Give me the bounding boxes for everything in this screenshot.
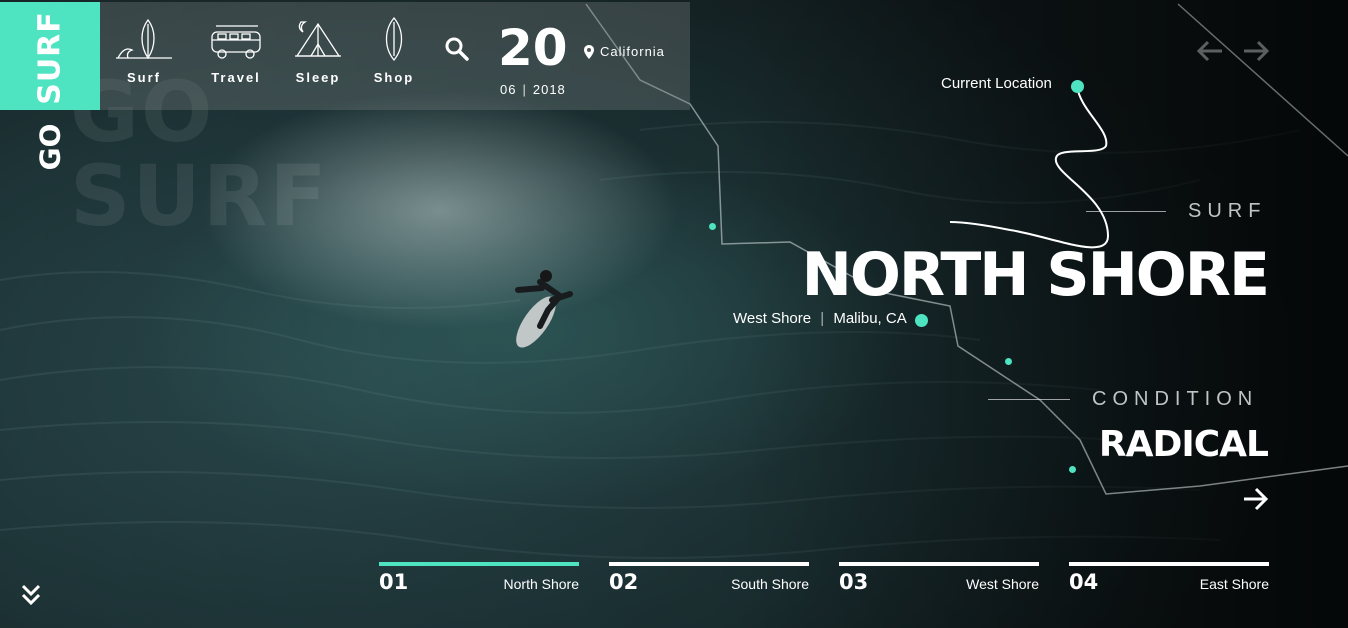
spot-marker[interactable] [915, 314, 928, 327]
nav-item-shop[interactable]: Shop [368, 16, 420, 85]
nav-item-surf[interactable]: Surf [112, 16, 176, 85]
tab-label: South Shore [731, 576, 809, 592]
current-location-label: Current Location [941, 75, 1052, 92]
spot-name: West Shore [733, 310, 812, 327]
tab-number: 04 [1069, 570, 1099, 594]
spot-region: Malibu, CA [833, 310, 907, 327]
divider-line [988, 399, 1070, 400]
arrow-left-icon[interactable] [1196, 40, 1224, 62]
arrow-right-icon [1244, 487, 1269, 511]
spot-label[interactable]: West Shore | Malibu, CA [733, 310, 907, 327]
date-month-year: 06 | 2018 [500, 82, 566, 97]
nav-item-sleep[interactable]: Sleep [288, 16, 348, 85]
map-dot[interactable] [1005, 358, 1012, 365]
nav-label-sleep: Sleep [295, 70, 341, 85]
search-button[interactable] [444, 36, 470, 67]
tent-icon [295, 21, 341, 57]
slider-arrows [1196, 40, 1270, 62]
go-button[interactable] [1242, 486, 1270, 517]
nav-label-surf: Surf [127, 70, 161, 85]
arrow-right-icon[interactable] [1242, 40, 1270, 62]
tab-north-shore[interactable]: 01 North Shore [379, 562, 579, 594]
top-nav-bar: Surf Travel Sleep Shop 20 06 | 2018 Cali… [100, 2, 690, 110]
tab-south-shore[interactable]: 02 South Shore [609, 562, 809, 594]
surfboard-wave-icon [116, 18, 172, 60]
van-icon [211, 25, 261, 59]
chevron-double-down-icon [21, 584, 41, 606]
scroll-down-button[interactable] [20, 582, 42, 613]
date-month: 06 [500, 82, 517, 97]
page-title: NORTH SHORE [801, 240, 1270, 310]
tab-west-shore[interactable]: 03 West Shore [839, 562, 1039, 594]
brand-go-text: GO [33, 123, 67, 171]
tab-label: East Shore [1199, 576, 1269, 592]
nav-item-travel[interactable]: Travel [202, 16, 270, 85]
surfboard-icon [385, 16, 403, 62]
nav-label-shop: Shop [373, 70, 415, 85]
current-location-marker[interactable] [1071, 80, 1084, 93]
pin-icon [584, 44, 594, 59]
tab-number: 01 [379, 570, 409, 594]
location-indicator[interactable]: California [584, 44, 665, 59]
surfer-figure [515, 270, 573, 348]
headline-eyebrow: SURF [1188, 200, 1267, 222]
tab-number: 03 [839, 570, 869, 594]
date-separator: | [522, 82, 527, 97]
date-day: 20 [498, 19, 568, 77]
search-icon [445, 37, 469, 61]
spot-separator: | [820, 310, 825, 327]
map-dot[interactable] [1069, 466, 1076, 473]
brand-surf-text: SURF [32, 11, 68, 105]
tab-label: West Shore [966, 576, 1039, 592]
divider-line [1086, 211, 1166, 212]
tab-east-shore[interactable]: 04 East Shore [1069, 562, 1269, 594]
condition-label: CONDITION [1092, 388, 1259, 410]
nav-label-travel: Travel [211, 70, 261, 85]
map-dot[interactable] [709, 223, 716, 230]
tab-label: North Shore [503, 576, 579, 592]
location-text: California [600, 44, 665, 59]
date-year: 2018 [532, 82, 566, 97]
shore-tabs: 01 North Shore 02 South Shore 03 West Sh… [379, 562, 1269, 594]
tab-number: 02 [609, 570, 639, 594]
condition-value: RADICAL [1098, 424, 1269, 465]
